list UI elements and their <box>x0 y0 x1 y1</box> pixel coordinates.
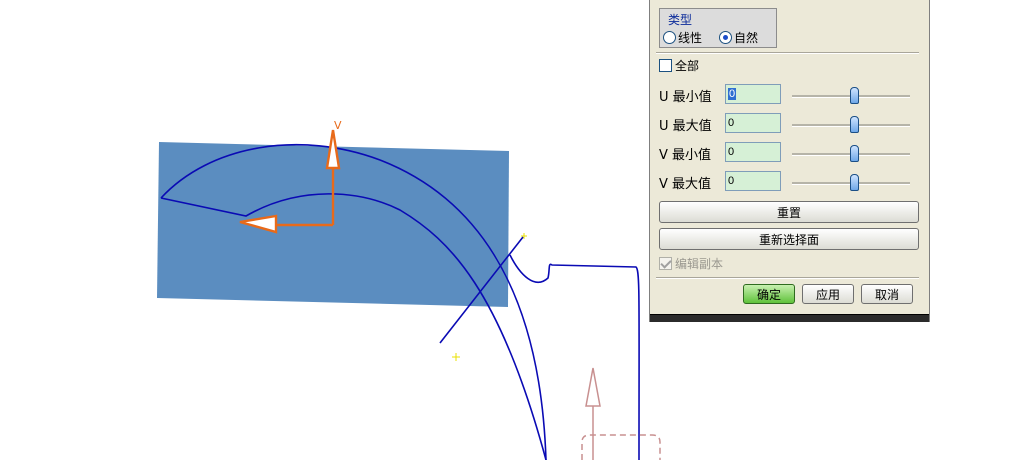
u-min-value: 0 <box>728 88 737 100</box>
param-row-v-min: V 最小值 0 <box>659 142 921 163</box>
all-checkbox-label: 全部 <box>675 59 700 73</box>
u-min-slider-thumb[interactable] <box>849 87 859 104</box>
reset-button[interactable]: 重置 <box>659 201 919 223</box>
v-min-input[interactable]: 0 <box>725 142 781 162</box>
all-checkbox-box[interactable] <box>659 59 672 72</box>
dialog-bottom-border <box>650 314 929 322</box>
param-label: V 最大值 <box>659 177 712 192</box>
v-min-slider-thumb[interactable] <box>849 145 859 162</box>
param-row-u-max: U 最大值 0 <box>659 113 921 134</box>
param-label: U 最大值 <box>659 119 712 134</box>
type-group: 类型 线性 自然 <box>659 8 777 48</box>
edit-copy-checkbox-box <box>659 257 672 270</box>
type-group-title: 类型 <box>668 13 693 27</box>
radio-natural-indicator[interactable] <box>719 31 732 44</box>
v-max-value: 0 <box>728 175 735 187</box>
secondary-axis-gizmo <box>581 367 661 460</box>
all-checkbox[interactable]: 全部 <box>659 57 699 74</box>
profile-curve[interactable] <box>509 254 640 460</box>
param-label: V 最小值 <box>659 148 712 163</box>
surface-edit-dialog: 类型 线性 自然 全部 U 最小值 0 U 最大值 0 V 最小值 0 V 最大… <box>649 0 930 322</box>
u-min-input[interactable]: 0 <box>725 84 781 104</box>
separator <box>656 52 919 54</box>
radio-linear[interactable]: 线性 <box>663 29 702 46</box>
cancel-button[interactable]: 取消 <box>861 284 913 304</box>
radio-linear-label: 线性 <box>678 31 703 45</box>
v-max-slider-thumb[interactable] <box>849 174 859 191</box>
v-max-input[interactable]: 0 <box>725 171 781 191</box>
reselect-face-button[interactable]: 重新选择面 <box>659 228 919 250</box>
param-row-u-min: U 最小值 0 <box>659 84 921 105</box>
radio-natural[interactable]: 自然 <box>719 29 758 46</box>
ok-button[interactable]: 确定 <box>743 284 795 304</box>
radio-linear-indicator[interactable] <box>663 31 676 44</box>
u-max-value: 0 <box>728 117 735 129</box>
axis-v-label: V <box>334 119 342 132</box>
u-max-input[interactable]: 0 <box>725 113 781 133</box>
separator <box>656 277 919 279</box>
param-row-v-max: V 最大值 0 <box>659 171 921 192</box>
param-label: U 最小值 <box>659 90 712 105</box>
edit-copy-checkbox: 编辑副本 <box>659 255 723 272</box>
v-min-value: 0 <box>728 146 735 158</box>
edit-copy-label: 编辑副本 <box>675 257 724 271</box>
u-max-slider-thumb[interactable] <box>849 116 859 133</box>
radio-natural-label: 自然 <box>734 31 759 45</box>
apply-button[interactable]: 应用 <box>802 284 854 304</box>
